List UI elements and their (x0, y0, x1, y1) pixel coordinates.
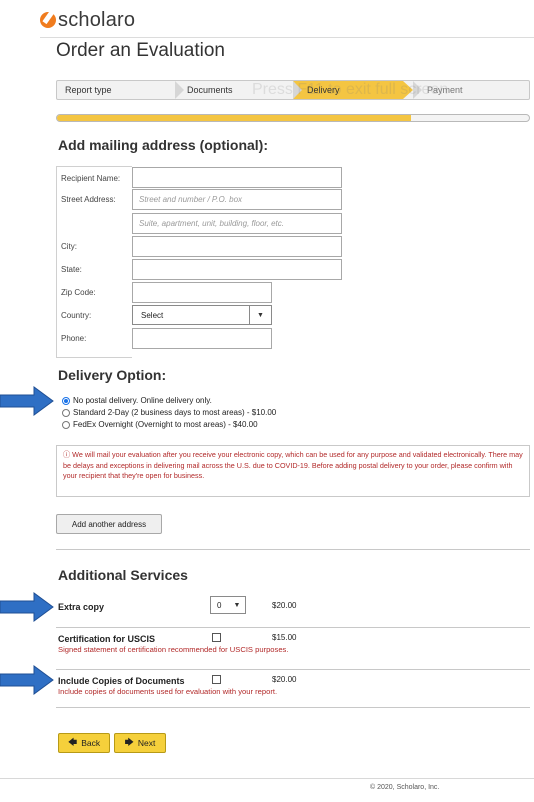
include-copies-label: Include Copies of Documents (58, 676, 185, 686)
recipient-label: Recipient Name: (61, 174, 121, 183)
add-another-address-button[interactable]: Add another address (56, 514, 162, 534)
extra-copy-label: Extra copy (58, 602, 105, 612)
page-title: Order an Evaluation (56, 40, 225, 61)
back-button[interactable]: 🡄 Back (58, 733, 110, 753)
delivery-option-standard[interactable]: Standard 2-Day (2 business days to most … (62, 407, 276, 418)
annotation-arrow-icon (0, 386, 54, 416)
state-label: State: (61, 265, 82, 274)
mailing-heading: Add mailing address (optional): (58, 137, 269, 153)
next-button[interactable]: 🡆 Next (114, 733, 166, 753)
city-input[interactable] (132, 236, 342, 257)
uscis-certification-label: Certification for USCIS (58, 634, 156, 644)
annotation-arrow-icon (0, 592, 54, 622)
include-copies-note: Include copies of documents used for eva… (58, 687, 278, 696)
delivery-option-fedex[interactable]: FedEx Overnight (Overnight to most areas… (62, 419, 258, 430)
services-heading: Additional Services (58, 567, 188, 583)
covid-delivery-notice: ⓘ We will mail your evaluation after you… (56, 445, 530, 497)
delivery-option-label: FedEx Overnight (Overnight to most areas… (73, 420, 258, 429)
delivery-option-label: Standard 2-Day (2 business days to most … (73, 408, 277, 417)
arrow-left-icon: 🡄 (67, 737, 78, 747)
step-chevron-icon (175, 81, 187, 99)
phone-input[interactable] (132, 328, 272, 349)
chevron-down-icon: ▼ (249, 306, 271, 324)
radio-checked-icon[interactable] (62, 396, 70, 405)
street-address-input[interactable]: Street and number / P.O. box (132, 189, 342, 210)
logo-text: scholaro (58, 8, 136, 31)
radio-icon[interactable] (62, 408, 70, 417)
city-label: City: (61, 242, 77, 251)
recipient-name-input[interactable] (132, 167, 342, 188)
country-select[interactable]: Select ▼ (132, 305, 272, 325)
step-documents[interactable]: Documents (187, 81, 233, 99)
radio-icon[interactable] (62, 420, 70, 429)
country-label: Country: (61, 311, 92, 320)
section-divider (56, 707, 530, 708)
footer-divider (0, 778, 534, 779)
fullscreen-overlay-text: Press F11 to exit full screen (252, 81, 449, 98)
country-select-value: Select (141, 310, 164, 320)
chevron-down-icon: ▼ (233, 601, 241, 609)
progress-fill (57, 115, 411, 121)
back-button-label: Back (81, 738, 101, 748)
next-button-label: Next (137, 738, 156, 748)
street-address-line2-input[interactable]: Suite, apartment, unit, building, floor,… (132, 213, 342, 234)
header-divider (40, 37, 534, 38)
footer-copyright: © 2020, Scholaro, Inc. (370, 784, 440, 791)
annotation-arrow-icon (0, 665, 54, 695)
delivery-option-online[interactable]: No postal delivery. Online delivery only… (62, 395, 212, 406)
include-copies-price: $20.00 (272, 675, 297, 684)
delivery-heading: Delivery Option: (58, 367, 167, 383)
state-input[interactable] (132, 259, 342, 280)
progress-bar (56, 114, 530, 122)
arrow-right-icon: 🡆 (124, 737, 134, 747)
include-copies-checkbox[interactable] (212, 675, 221, 684)
section-divider (56, 627, 530, 628)
street-label: Street Address: (61, 195, 116, 204)
section-divider (56, 669, 530, 670)
zip-label: Zip Code: (61, 288, 96, 297)
section-divider (56, 549, 530, 550)
uscis-certification-price: $15.00 (272, 633, 297, 642)
extra-copy-qty-select[interactable]: 0 ▼ (210, 596, 246, 614)
extra-copy-qty-value: 0 (217, 600, 222, 610)
phone-label: Phone: (61, 334, 87, 343)
scholaro-logo-icon (40, 12, 56, 28)
extra-copy-price: $20.00 (272, 601, 297, 610)
step-report-type[interactable]: Report type (65, 81, 112, 99)
uscis-certification-checkbox[interactable] (212, 633, 221, 642)
order-stepper: Report type Documents Delivery Payment P… (56, 80, 530, 100)
scholaro-logo[interactable]: scholaro (40, 8, 135, 32)
uscis-certification-note: Signed statement of certification recomm… (58, 645, 289, 654)
delivery-option-label: No postal delivery. Online delivery only… (73, 396, 212, 405)
zip-code-input[interactable] (132, 282, 272, 303)
